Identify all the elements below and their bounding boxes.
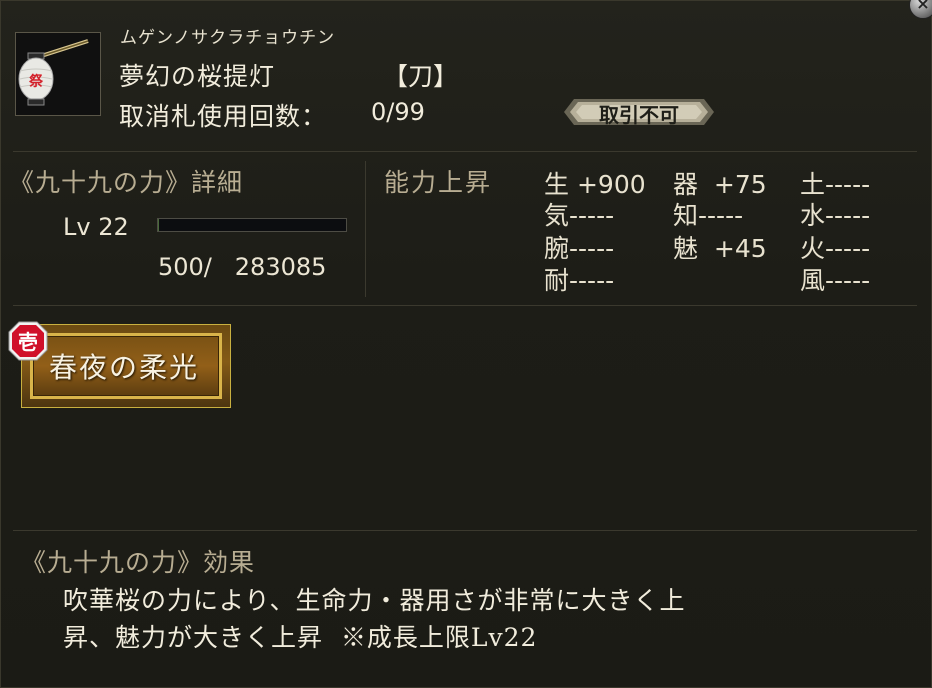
rank-badge-label: 壱 <box>18 330 38 354</box>
stat-row: 腕----- <box>544 234 615 263</box>
stat-row: 火----- <box>800 234 871 263</box>
item-name: 夢幻の桜提灯 <box>119 62 276 91</box>
detail-title: 《九十九の力》詳細 <box>9 168 244 197</box>
level-label: Lv 22 <box>63 213 129 241</box>
divider <box>13 305 917 306</box>
stat-row: 魅 +45 <box>673 234 767 263</box>
stat-row: 耐----- <box>544 266 615 295</box>
close-button[interactable]: × <box>909 0 932 19</box>
untradeable-badge: 取引不可 <box>564 97 714 127</box>
item-type: 【刀】 <box>383 62 459 91</box>
divider <box>13 530 917 531</box>
stat-row: 知----- <box>673 201 744 230</box>
item-reading: ムゲンノサクラチョウチン <box>120 28 336 48</box>
skill-button[interactable]: 春夜の柔光 壱 <box>8 321 233 410</box>
exp-text: 500/ 283085 <box>158 253 327 281</box>
effect-description: 昇、魅力が大きく上昇 ※成長上限Lv22 <box>63 623 538 652</box>
effect-title: 《九十九の力》効果 <box>21 548 256 577</box>
usage-label: 取消札使用回数： <box>119 102 328 131</box>
ability-title: 能力上昇 <box>384 168 493 197</box>
divider <box>365 161 366 297</box>
svg-text:祭: 祭 <box>28 73 44 90</box>
stat-row: 水----- <box>800 201 871 230</box>
stat-row: 気----- <box>544 201 615 230</box>
skill-label: 春夜の柔光 <box>48 351 199 384</box>
usage-value: 0/99 <box>371 98 425 126</box>
stat-row: 風----- <box>800 266 871 295</box>
effect-description: 吹華桜の力により、生命力・器用さが非常に大きく上 <box>63 586 686 615</box>
exp-progress-bar <box>157 218 347 232</box>
item-detail-panel: × 祭 ムゲンノサクラチョウチン 夢幻の桜提灯 【刀】 取消札使用回数： 0/9… <box>0 0 932 688</box>
untradeable-label: 取引不可 <box>599 103 679 127</box>
paper-lantern-icon: 祭 <box>15 32 101 116</box>
divider <box>13 151 917 152</box>
